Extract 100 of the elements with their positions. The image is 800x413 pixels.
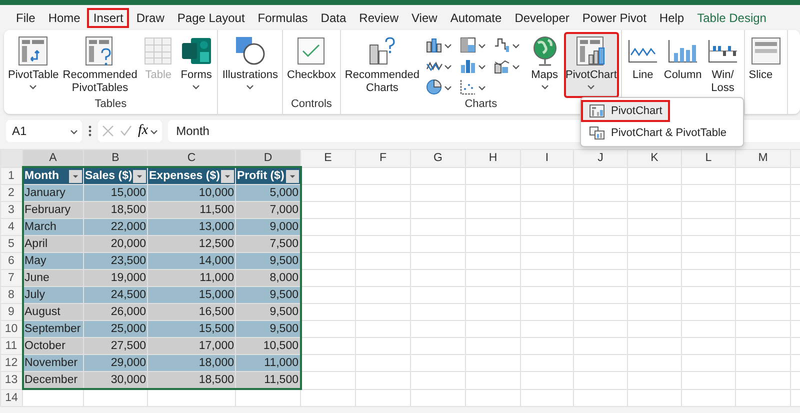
table-cell: 5,000 bbox=[236, 184, 300, 202]
column-title: Month bbox=[24, 169, 59, 184]
table-cell: 10,000 bbox=[148, 184, 236, 202]
cancel-icon bbox=[102, 125, 114, 137]
column-header[interactable]: D bbox=[236, 150, 300, 167]
ribbon-tab[interactable]: Automate bbox=[444, 8, 508, 28]
treemap-icon bbox=[458, 36, 477, 54]
table-cell: 17,000 bbox=[148, 338, 236, 354]
table-cell: December bbox=[22, 372, 84, 389]
table-cell: June bbox=[22, 270, 84, 286]
caret-icon bbox=[478, 42, 486, 48]
row-number[interactable]: 3 bbox=[0, 202, 22, 218]
table-cell: April bbox=[22, 236, 84, 252]
ribbon-tab[interactable]: Power Pivot bbox=[576, 8, 652, 28]
row-number[interactable]: 12 bbox=[0, 354, 22, 372]
ribbon-tab[interactable]: Home bbox=[42, 8, 86, 28]
scatter-chart-icon bbox=[458, 78, 477, 96]
table-cell: 27,500 bbox=[84, 338, 148, 354]
ribbon-tab[interactable]: View bbox=[406, 8, 444, 28]
row-number[interactable]: 6 bbox=[0, 252, 22, 270]
filter-dropdown-button[interactable] bbox=[69, 170, 82, 182]
ribbon-tab[interactable]: Data bbox=[314, 8, 352, 28]
ribbon-tab[interactable]: Review bbox=[353, 8, 405, 28]
column-header[interactable]: M bbox=[736, 150, 790, 167]
filter-dropdown-button[interactable] bbox=[221, 170, 234, 182]
table-cell: 18,500 bbox=[84, 202, 148, 218]
caret-icon bbox=[444, 42, 452, 48]
ribbon-button[interactable]: Illustrations bbox=[220, 32, 280, 98]
table-cell: 18,000 bbox=[148, 354, 236, 372]
ribbon-button[interactable]: Maps bbox=[526, 32, 564, 98]
menu-item[interactable]: PivotChart & PivotTable bbox=[581, 122, 743, 144]
caret-icon bbox=[72, 174, 79, 178]
row-number[interactable]: 9 bbox=[0, 304, 22, 320]
caret-icon bbox=[478, 84, 486, 90]
row-number[interactable]: 14 bbox=[0, 389, 22, 406]
ribbon-button[interactable]: Line bbox=[624, 32, 662, 98]
ribbon-tab[interactable]: Insert bbox=[87, 8, 130, 28]
row-number[interactable]: 11 bbox=[0, 338, 22, 354]
menu-item[interactable]: PivotChart bbox=[581, 100, 670, 122]
row-number[interactable]: 5 bbox=[0, 236, 22, 252]
row-number[interactable]: 2 bbox=[0, 184, 22, 202]
row-number[interactable]: 10 bbox=[0, 320, 22, 338]
ribbon-tab[interactable]: Formulas bbox=[252, 8, 314, 28]
column-header[interactable]: J bbox=[574, 150, 628, 167]
table-cell: 13,000 bbox=[148, 218, 236, 236]
caret-icon bbox=[512, 64, 520, 70]
ribbon-button[interactable]: Column bbox=[662, 32, 704, 98]
ribbon-tab[interactable]: Page Layout bbox=[171, 8, 251, 28]
row-number[interactable]: 1 bbox=[0, 167, 22, 184]
column-header[interactable]: F bbox=[356, 150, 410, 167]
table-cell: 11,000 bbox=[236, 354, 300, 372]
row-number[interactable]: 4 bbox=[0, 218, 22, 236]
filter-dropdown-button[interactable] bbox=[133, 170, 146, 182]
table-cell: July bbox=[22, 286, 84, 304]
chart-layout-icon bbox=[589, 104, 605, 118]
forms-icon bbox=[179, 35, 214, 67]
chart-table-icon bbox=[589, 126, 605, 140]
row-number[interactable]: 8 bbox=[0, 286, 22, 304]
ribbon-button[interactable]: PivotTable bbox=[6, 32, 61, 98]
caret-icon bbox=[224, 174, 231, 178]
column-header[interactable]: C bbox=[148, 150, 236, 167]
table-cell: 8,000 bbox=[236, 270, 300, 286]
ribbon-button[interactable]: PivotChart bbox=[564, 32, 619, 98]
column-header[interactable]: E bbox=[300, 150, 356, 167]
column-header[interactable]: L bbox=[682, 150, 736, 167]
column-header[interactable]: K bbox=[628, 150, 682, 167]
column-header[interactable]: I bbox=[520, 150, 574, 167]
caret-icon bbox=[512, 42, 520, 48]
ribbon-button[interactable]: Recommended PivotTables bbox=[60, 32, 140, 98]
more-options-icon bbox=[88, 125, 92, 137]
table-cell: November bbox=[22, 354, 84, 372]
column-header[interactable]: H bbox=[466, 150, 520, 167]
caret-icon bbox=[150, 129, 158, 135]
row-number[interactable]: 13 bbox=[0, 372, 22, 389]
row-number[interactable]: 7 bbox=[0, 270, 22, 286]
name-box[interactable]: A1 bbox=[6, 120, 82, 142]
ribbon-button[interactable]: Win/ Loss bbox=[704, 32, 742, 98]
table-cell: 11,000 bbox=[148, 270, 236, 286]
waterfall-chart-icon bbox=[492, 36, 511, 54]
column-header[interactable]: A bbox=[22, 150, 84, 167]
column-header[interactable]: B bbox=[84, 150, 148, 167]
table-cell: 9,500 bbox=[236, 286, 300, 304]
table-cell: 20,000 bbox=[84, 236, 148, 252]
ribbon-tab[interactable]: Draw bbox=[130, 8, 170, 28]
ribbon-tab[interactable]: Developer bbox=[508, 8, 576, 28]
ribbon-button[interactable]: Checkbox bbox=[285, 32, 338, 98]
ribbon-tab[interactable]: File bbox=[10, 8, 42, 28]
table-cell: 7,500 bbox=[236, 236, 300, 252]
cell-reference: A1 bbox=[12, 124, 27, 138]
ribbon-tab[interactable]: Help bbox=[653, 8, 690, 28]
table-cell: 9,500 bbox=[236, 304, 300, 320]
ribbon-button[interactable]: Slice bbox=[746, 32, 785, 98]
ribbon-button[interactable]: Forms bbox=[177, 32, 216, 98]
filter-dropdown-button[interactable] bbox=[286, 170, 298, 182]
ribbon-tab[interactable]: Table Design bbox=[691, 8, 772, 28]
table-cell: May bbox=[22, 252, 84, 270]
shapes-icon bbox=[233, 35, 268, 67]
table-cell: 10,500 bbox=[236, 338, 300, 354]
ribbon-button[interactable]: Recommended Charts bbox=[342, 32, 422, 98]
column-header[interactable]: G bbox=[410, 150, 466, 167]
